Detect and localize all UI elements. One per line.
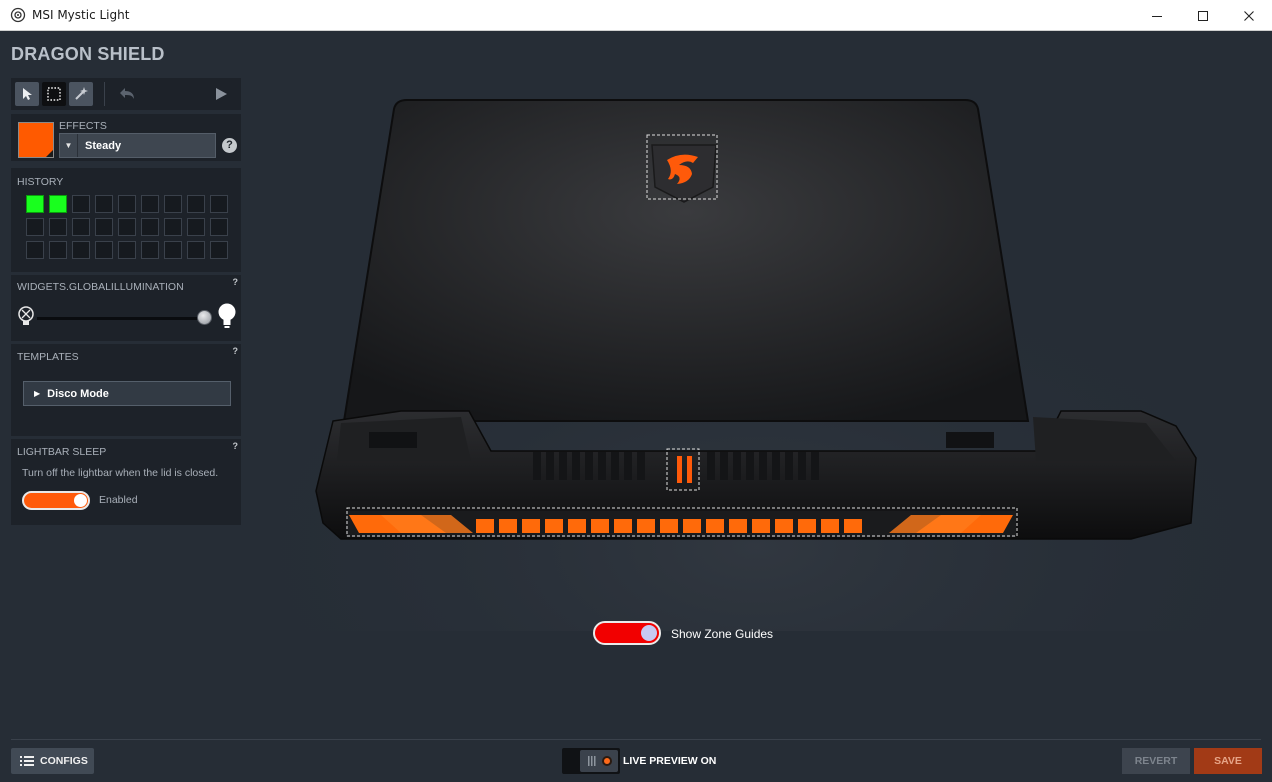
bottom-divider — [11, 739, 1261, 740]
configs-label: CONFIGS — [40, 755, 88, 767]
templates-selected-value: Disco Mode — [47, 387, 109, 400]
history-color-cell[interactable] — [187, 241, 205, 259]
minimize-icon — [1152, 15, 1162, 17]
close-icon — [1244, 10, 1254, 21]
window-titlebar: MSI Mystic Light — [0, 0, 1272, 31]
history-color-cell[interactable] — [187, 195, 205, 213]
laptop-preview — [241, 71, 1271, 631]
rear-lightbar-zone[interactable] — [346, 507, 1018, 537]
play-icon — [216, 88, 227, 100]
history-color-cell[interactable] — [26, 195, 44, 213]
lightbar-sleep-status: Enabled — [99, 494, 138, 506]
history-color-cell[interactable] — [49, 241, 67, 259]
zone-guides-toggle[interactable] — [593, 621, 661, 645]
effects-label: EFFECTS — [59, 120, 107, 132]
history-color-cell[interactable] — [72, 241, 90, 259]
zone-guides-label: Show Zone Guides — [671, 627, 774, 641]
history-color-cell[interactable] — [26, 218, 44, 236]
lightbar-sleep-help-icon[interactable]: ? — [233, 441, 239, 451]
lightbar-sleep-label: LIGHTBAR SLEEP — [17, 446, 107, 458]
marquee-tool-button[interactable] — [42, 82, 66, 106]
toolbar-divider — [104, 82, 105, 106]
live-preview-label: LIVE PREVIEW ON — [623, 755, 717, 767]
history-color-cell[interactable] — [210, 241, 228, 259]
effects-dropdown[interactable]: ▼ Steady — [59, 133, 216, 158]
magic-wand-tool-button[interactable] — [69, 82, 93, 106]
toggle-knob — [641, 625, 657, 641]
grip-icon — [588, 756, 612, 766]
history-color-cell[interactable] — [141, 241, 159, 259]
history-color-cell[interactable] — [187, 218, 205, 236]
history-color-cell[interactable] — [164, 241, 182, 259]
dropdown-arrow-icon: ▼ — [60, 134, 78, 157]
pointer-tool-button[interactable] — [15, 82, 39, 106]
templates-section: TEMPLATES ? ▶ Disco Mode — [11, 344, 241, 436]
page-title: DRAGON SHIELD — [11, 44, 165, 64]
history-color-cell[interactable] — [26, 241, 44, 259]
effect-color-swatch[interactable] — [18, 122, 54, 158]
global-illumination-label: WIDGETS.GLOBALILLUMINATION — [17, 281, 184, 293]
history-color-cell[interactable] — [118, 218, 136, 236]
history-color-cell[interactable] — [95, 195, 113, 213]
history-color-cell[interactable] — [72, 218, 90, 236]
close-button[interactable] — [1226, 0, 1272, 31]
minimize-button[interactable] — [1134, 0, 1180, 31]
lightbar-sleep-section: LIGHTBAR SLEEP ? Turn off the lightbar w… — [11, 439, 241, 525]
illumination-help-icon[interactable]: ? — [233, 277, 239, 287]
history-label: HISTORY — [17, 176, 64, 188]
toggle-knob — [74, 494, 87, 507]
bulb-off-icon — [18, 306, 34, 325]
mystic-light-app-icon — [10, 7, 26, 23]
pointer-icon — [23, 88, 32, 100]
history-color-cell[interactable] — [164, 195, 182, 213]
revert-button[interactable]: REVERT — [1122, 748, 1190, 774]
illumination-slider-knob[interactable] — [197, 310, 212, 325]
live-preview-switch[interactable] — [562, 748, 620, 774]
history-color-cell[interactable] — [141, 195, 159, 213]
history-color-cell[interactable] — [95, 241, 113, 259]
magic-wand-icon — [75, 87, 88, 100]
live-preview-switch-thumb — [580, 750, 618, 772]
history-grid — [26, 195, 228, 259]
app-body: DRAGON SHIELD EFFECTS ▼ Steady ? HISTORY — [1, 31, 1271, 781]
history-color-cell[interactable] — [210, 195, 228, 213]
global-illumination-section: WIDGETS.GLOBALILLUMINATION ? — [11, 275, 241, 341]
list-menu-icon — [20, 756, 34, 766]
bulb-on-icon — [218, 303, 236, 328]
history-color-cell[interactable] — [95, 218, 113, 236]
history-section: HISTORY — [11, 168, 241, 272]
history-color-cell[interactable] — [118, 241, 136, 259]
undo-button[interactable] — [115, 82, 139, 106]
templates-dropdown[interactable]: ▶ Disco Mode — [23, 381, 231, 406]
configs-button[interactable]: CONFIGS — [11, 748, 94, 774]
effects-section: EFFECTS ▼ Steady ? — [11, 114, 241, 161]
templates-label: TEMPLATES — [17, 351, 79, 363]
history-color-cell[interactable] — [164, 218, 182, 236]
effects-selected-value: Steady — [85, 139, 122, 152]
history-color-cell[interactable] — [118, 195, 136, 213]
maximize-button[interactable] — [1180, 0, 1226, 31]
history-color-cell[interactable] — [210, 218, 228, 236]
play-button[interactable] — [209, 82, 233, 106]
history-color-cell[interactable] — [49, 195, 67, 213]
undo-icon — [120, 88, 134, 99]
lightbar-sleep-description: Turn off the lightbar when the lid is cl… — [22, 467, 219, 479]
selection-toolbar — [11, 78, 241, 110]
window-title: MSI Mystic Light — [32, 8, 130, 22]
save-button[interactable]: SAVE — [1194, 748, 1262, 774]
lightbar-sleep-toggle[interactable] — [22, 491, 90, 510]
illumination-slider-track[interactable] — [37, 317, 207, 320]
maximize-icon — [1198, 10, 1208, 21]
templates-help-icon[interactable]: ? — [233, 346, 239, 356]
effects-help-icon[interactable]: ? — [222, 138, 237, 153]
history-color-cell[interactable] — [141, 218, 159, 236]
marquee-select-icon — [47, 87, 61, 101]
history-color-cell[interactable] — [49, 218, 67, 236]
history-color-cell[interactable] — [72, 195, 90, 213]
expand-arrow-icon: ▶ — [34, 389, 41, 398]
